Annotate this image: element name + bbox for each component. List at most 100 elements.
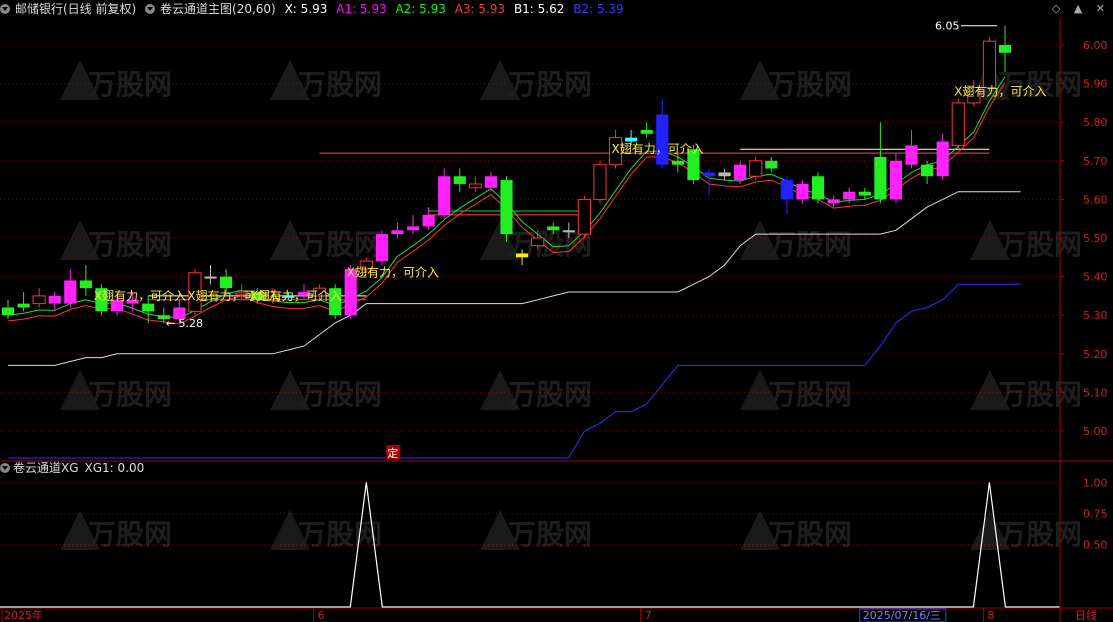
candle-body <box>998 45 1012 53</box>
watermark-text: 万股网 <box>508 518 592 551</box>
candle-body <box>468 183 482 189</box>
candle <box>982 37 996 92</box>
candle-body <box>406 226 420 231</box>
candle-body <box>500 180 513 235</box>
sub-tick-label: 0.50 <box>1083 539 1108 552</box>
candle-body <box>718 172 731 177</box>
watermark-text: 万股网 <box>768 378 852 411</box>
watermark-text: 万股网 <box>508 378 592 411</box>
sub-tick-label: 1.00 <box>1083 476 1108 489</box>
candle <box>780 176 793 215</box>
chart-canvas[interactable]: 万股网 万股网 万股网 万股网 万股网万股网 万股网 万股网 万股网 万股网万股网 万股网 万股网万… <box>0 0 1113 622</box>
series-b2-line <box>8 283 1021 459</box>
candle <box>905 129 918 169</box>
marker-label: 定 <box>387 446 398 460</box>
timeframe-label: 日线 <box>1075 608 1097 622</box>
candle <box>577 195 591 238</box>
candle-body <box>780 180 793 200</box>
candle-body <box>671 160 684 165</box>
watermark: 万股网 <box>970 370 1082 411</box>
candle-body <box>921 164 934 177</box>
date-label: 8 <box>987 609 994 622</box>
candle <box>375 230 388 266</box>
sub-tick-label: 0.75 <box>1083 508 1108 521</box>
watermark-text: 万股网 <box>768 518 852 551</box>
watermark: 万股网 <box>270 220 382 261</box>
signal-label: X翅有力，可介入 <box>612 141 704 156</box>
price-tick-label: 5.70 <box>1083 155 1108 168</box>
signal-label: X翅有力，可介入 <box>250 288 342 303</box>
candle <box>718 168 731 181</box>
candle <box>765 156 778 173</box>
date-label: 7 <box>645 609 652 622</box>
watermark-text: 万股网 <box>298 68 382 101</box>
candle-body <box>765 160 778 169</box>
candle-body <box>734 164 747 181</box>
watermark: 万股网 <box>740 370 852 411</box>
watermark-layer: 万股网 万股网 万股网 万股网 万股网万股网 万股网 万股网 万股网 万股网万股网 万股网 万股网万… <box>60 60 1082 551</box>
candle-body <box>375 234 388 262</box>
candle-body <box>48 295 61 304</box>
candle-body <box>625 137 638 142</box>
candle-body <box>577 198 591 235</box>
cursor-date-label: 2025/07/16/三 <box>863 609 941 622</box>
candle-body <box>220 276 233 289</box>
candle-body <box>827 199 840 204</box>
watermark: 万股网 <box>60 60 172 101</box>
candle-body <box>811 176 825 200</box>
candle-body <box>17 303 30 308</box>
candle-body <box>32 295 46 305</box>
watermark-text: 万股网 <box>88 68 172 101</box>
signal-label: X翅有力，可介入 <box>954 83 1046 98</box>
candle <box>64 268 77 308</box>
candle-body <box>982 40 996 88</box>
candle <box>593 160 607 204</box>
candle <box>811 172 825 204</box>
candle-body <box>204 276 217 279</box>
watermark: 万股网 <box>60 370 172 411</box>
candle-body <box>547 226 560 231</box>
low-label: ← 5.28 <box>166 317 203 330</box>
candle <box>500 176 513 242</box>
candle <box>484 172 497 192</box>
watermark-text: 万股网 <box>298 378 382 411</box>
watermark-text: 万股网 <box>508 68 592 101</box>
watermark-text: 万股网 <box>298 518 382 551</box>
watermark-text: 万股网 <box>998 228 1082 261</box>
candle <box>640 122 653 138</box>
candle-body <box>843 191 856 200</box>
candle-body <box>484 176 497 188</box>
candle-body <box>951 102 965 146</box>
watermark: 万股网 <box>970 220 1082 261</box>
candle <box>749 156 763 181</box>
candle <box>438 168 451 219</box>
candle <box>406 214 420 235</box>
candle-body <box>905 145 918 165</box>
price-tick-label: 5.60 <box>1083 193 1108 206</box>
price-tick-label: 5.90 <box>1083 78 1108 91</box>
high-label: 6.05 <box>935 20 960 33</box>
candle <box>1 299 15 320</box>
watermark: 万股网 <box>480 370 592 411</box>
candle <box>468 176 482 192</box>
candle <box>702 168 716 196</box>
watermark-text: 万股网 <box>88 378 172 411</box>
watermark: 万股网 <box>480 60 592 101</box>
candle <box>204 265 217 285</box>
candle-body <box>796 183 809 200</box>
date-label: 6 <box>318 609 325 622</box>
candle-body <box>142 303 155 312</box>
watermark: 万股网 <box>60 220 172 261</box>
candle-body <box>1 307 15 316</box>
watermark: 万股网 <box>270 60 382 101</box>
candle-body <box>531 237 545 247</box>
candle-body <box>749 160 763 177</box>
watermark-text: 万股网 <box>998 518 1082 551</box>
candle <box>921 160 934 184</box>
candle <box>874 122 887 204</box>
candle-body <box>593 164 607 200</box>
candle-body <box>516 253 529 258</box>
watermark: 万股网 <box>970 510 1082 551</box>
candle-body <box>64 280 77 304</box>
watermark: 万股网 <box>740 220 852 261</box>
